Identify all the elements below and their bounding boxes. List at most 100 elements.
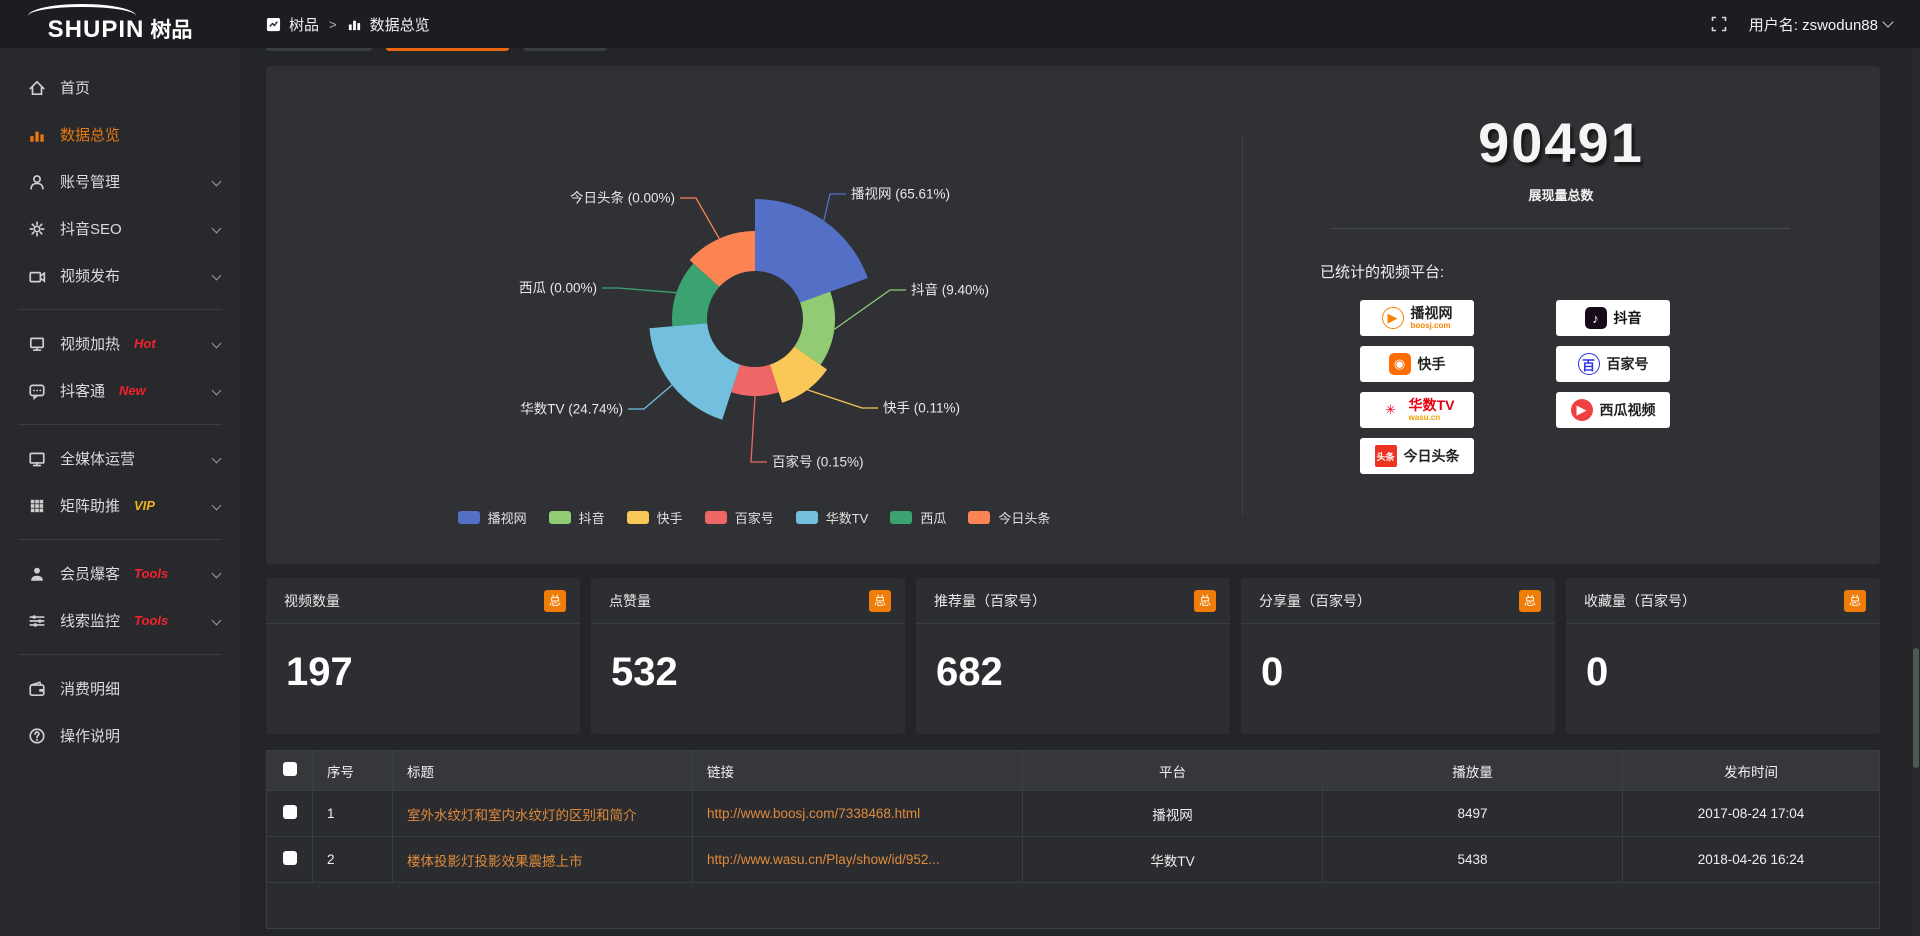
legend-item-今日头条[interactable]: 今日头条 bbox=[968, 508, 1050, 527]
cell-link[interactable]: http://www.boosj.com/7338468.html bbox=[693, 791, 1023, 837]
platform-name: 华数TV bbox=[1409, 398, 1455, 412]
chevron-down-icon bbox=[212, 569, 222, 579]
legend-item-抖音[interactable]: 抖音 bbox=[549, 508, 605, 527]
row-checkbox[interactable] bbox=[283, 805, 297, 819]
total-badge[interactable]: 总 bbox=[1844, 590, 1866, 612]
sidebar-divider bbox=[18, 539, 222, 540]
fullscreen-icon[interactable] bbox=[1711, 16, 1727, 32]
platform-badge-快手[interactable]: ◉快手 bbox=[1360, 346, 1474, 382]
stat-card-1: 视频数量总197 bbox=[266, 578, 580, 734]
stat-card-value: 682 bbox=[916, 624, 1230, 695]
scrollbar-thumb[interactable] bbox=[1913, 648, 1919, 768]
chevron-down-icon bbox=[212, 224, 222, 234]
legend-swatch bbox=[458, 511, 480, 524]
label-line-西瓜 bbox=[602, 288, 676, 293]
stat-card-2: 点赞量总532 bbox=[591, 578, 905, 734]
cell-title[interactable]: 楼体投影灯投影效果震撼上市 bbox=[393, 837, 693, 883]
col-header-6: 发布时间 bbox=[1623, 751, 1880, 791]
legend-swatch bbox=[705, 511, 727, 524]
sidebar-item-grid[interactable]: 矩阵助推VIP bbox=[0, 482, 240, 529]
total-badge[interactable]: 总 bbox=[869, 590, 891, 612]
legend-swatch bbox=[890, 511, 912, 524]
sidebar-item-home[interactable]: 首页 bbox=[0, 64, 240, 111]
sidebar-item-heat[interactable]: 视频加热Hot bbox=[0, 320, 240, 367]
legend-item-西瓜[interactable]: 西瓜 bbox=[890, 508, 946, 527]
sidebar-item-wallet[interactable]: 消费明细 bbox=[0, 665, 240, 712]
legend-swatch bbox=[796, 511, 818, 524]
sidebar-item-label: 全媒体运营 bbox=[60, 448, 135, 469]
sidebar-item-help[interactable]: 操作说明 bbox=[0, 712, 240, 759]
sidebar-item-label: 消费明细 bbox=[60, 678, 120, 699]
sidebar-item-gear[interactable]: 抖音SEO bbox=[0, 205, 240, 252]
platform-badge-西瓜视频[interactable]: ▶西瓜视频 bbox=[1556, 392, 1670, 428]
chevron-down-icon bbox=[212, 454, 222, 464]
platform-column-2: ♪抖音百百家号 ▶西瓜视频 bbox=[1556, 300, 1670, 474]
page-scrollbar[interactable] bbox=[1912, 48, 1920, 936]
label-line-播视网 bbox=[824, 194, 846, 221]
platform-badge-抖音[interactable]: ♪抖音 bbox=[1556, 300, 1670, 336]
cell-plays: 8497 bbox=[1323, 791, 1623, 837]
百家号-logo-icon: 百 bbox=[1578, 353, 1600, 375]
sidebar-item-label: 抖音SEO bbox=[60, 218, 122, 239]
impressions-summary: 90491 展现量总数 已统计的视频平台: ▶播视网boosj.com◉快手✳华… bbox=[1242, 66, 1880, 564]
total-impressions-label: 展现量总数 bbox=[1242, 185, 1880, 204]
checkbox-header bbox=[267, 751, 313, 791]
cell-title[interactable]: 室外水纹灯和室内水纹灯的区别和简介 bbox=[393, 791, 693, 837]
legend-item-百家号[interactable]: 百家号 bbox=[705, 508, 774, 527]
legend-label: 今日头条 bbox=[998, 508, 1050, 527]
stat-card-value: 0 bbox=[1241, 624, 1555, 695]
platform-share-rose-chart[interactable]: 播视网 (65.61%)抖音 (9.40%)快手 (0.11%)百家号 (0.1… bbox=[266, 66, 1242, 564]
stat-card-4: 分享量（百家号）总0 bbox=[1241, 578, 1555, 734]
legend-swatch bbox=[968, 511, 990, 524]
platform-name-wrap: 播视网boosj.com bbox=[1411, 306, 1453, 330]
user-menu[interactable]: 用户名: zswodun88 bbox=[1749, 14, 1892, 35]
main-content: 抖音seo数据全媒体运营数据询盘数据 播视网 (65.61%)抖音 (9.40%… bbox=[240, 0, 1920, 929]
select-all-checkbox[interactable] bbox=[283, 762, 297, 776]
row-checkbox[interactable] bbox=[283, 851, 297, 865]
chevron-down-icon bbox=[212, 386, 222, 396]
platform-name: 百家号 bbox=[1607, 357, 1649, 371]
platform-badge-今日头条[interactable]: 头条今日头条 bbox=[1360, 438, 1474, 474]
platform-name: 快手 bbox=[1418, 357, 1446, 371]
sidebar-item-user[interactable]: 账号管理 bbox=[0, 158, 240, 205]
legend-item-快手[interactable]: 快手 bbox=[627, 508, 683, 527]
sidebar-item-chart[interactable]: 数据总览 bbox=[0, 111, 240, 158]
platform-badge-华数TV[interactable]: ✳华数TVwasu.cn bbox=[1360, 392, 1474, 428]
sidebar-item-badge: Hot bbox=[134, 336, 156, 351]
label-line-抖音 bbox=[834, 290, 906, 329]
username-label: 用户名: zswodun88 bbox=[1749, 14, 1878, 35]
platform-badge-百家号[interactable]: 百百家号 bbox=[1556, 346, 1670, 382]
total-badge[interactable]: 总 bbox=[1194, 590, 1216, 612]
sidebar-item-sliders[interactable]: 线索监控Tools bbox=[0, 597, 240, 644]
legend-item-华数TV[interactable]: 华数TV bbox=[796, 508, 869, 527]
sidebar-item-monitor[interactable]: 全媒体运营 bbox=[0, 435, 240, 482]
legend-item-播视网[interactable]: 播视网 bbox=[458, 508, 527, 527]
logo-text-en: SHUPIN bbox=[48, 18, 145, 42]
slice-label-百家号: 百家号 (0.15%) bbox=[772, 454, 864, 470]
app-logo[interactable]: SHUPIN 树品 bbox=[0, 0, 240, 48]
cell-platform: 播视网 bbox=[1023, 791, 1323, 837]
slice-label-抖音: 抖音 (9.40%) bbox=[911, 282, 989, 298]
slice-label-今日头条: 今日头条 (0.00%) bbox=[570, 190, 675, 206]
cell-link[interactable]: http://www.wasu.cn/Play/show/id/952... bbox=[693, 837, 1023, 883]
logo-arc-icon bbox=[28, 4, 136, 16]
sidebar-item-chat[interactable]: 抖客通New bbox=[0, 367, 240, 414]
col-header-3: 链接 bbox=[693, 751, 1023, 791]
slice-label-华数TV: 华数TV (24.74%) bbox=[520, 402, 623, 417]
total-badge[interactable]: 总 bbox=[1519, 590, 1541, 612]
chevron-down-icon bbox=[212, 177, 222, 187]
stat-card-header: 推荐量（百家号）总 bbox=[916, 578, 1230, 624]
platform-badge-播视网[interactable]: ▶播视网boosj.com bbox=[1360, 300, 1474, 336]
sidebar-item-publish[interactable]: 视频发布 bbox=[0, 252, 240, 299]
platform-name: 抖音 bbox=[1614, 311, 1642, 325]
sidebar-item-member[interactable]: 会员爆客Tools bbox=[0, 550, 240, 597]
label-line-快手 bbox=[807, 390, 878, 408]
chevron-down-icon bbox=[212, 271, 222, 281]
cell-time: 2017-08-24 17:04 bbox=[1623, 791, 1880, 837]
cell-plays: 5438 bbox=[1323, 837, 1623, 883]
华数TV-logo-icon: ✳ bbox=[1380, 399, 1402, 421]
total-badge[interactable]: 总 bbox=[544, 590, 566, 612]
breadcrumb: 树品 > 数据总览 bbox=[266, 14, 430, 35]
breadcrumb-root[interactable]: 树品 bbox=[289, 14, 319, 35]
cell-time: 2018-04-26 16:24 bbox=[1623, 837, 1880, 883]
